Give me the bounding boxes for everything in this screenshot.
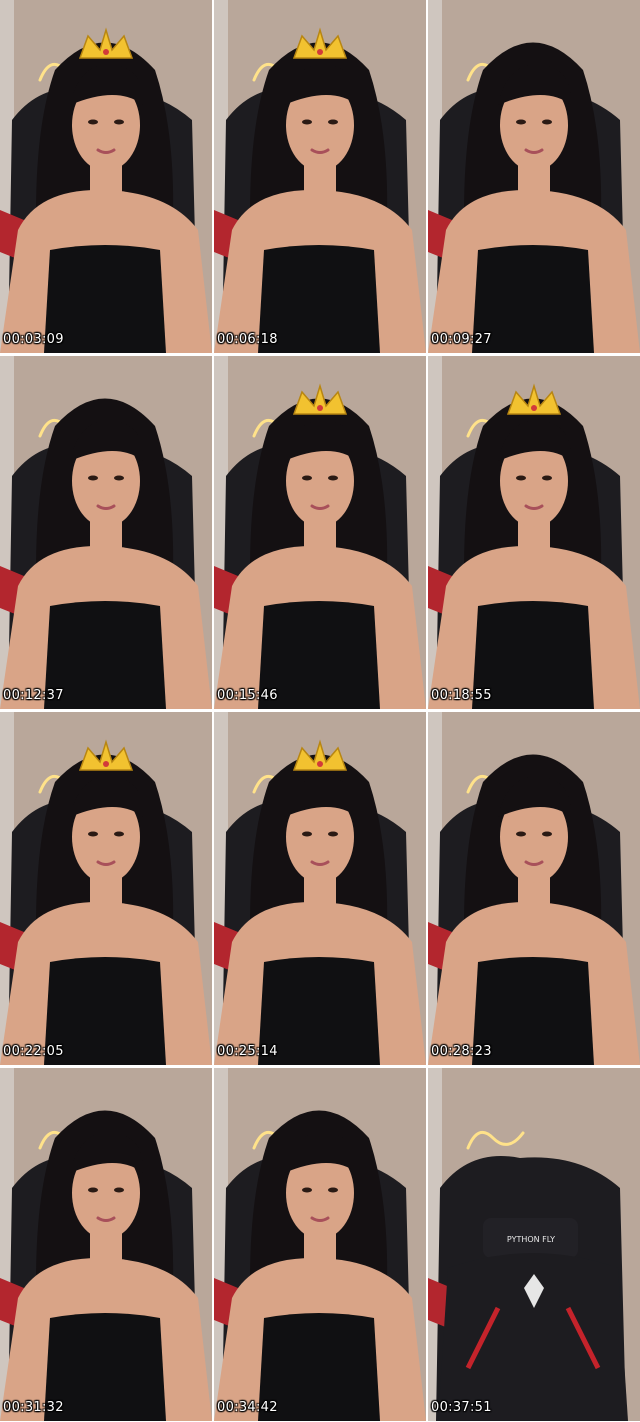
timestamp: 00:22:05	[3, 1044, 64, 1059]
frame-9[interactable]: 00:28:23	[428, 712, 640, 1065]
crown-gem	[103, 761, 109, 767]
right-eye	[542, 831, 552, 837]
left-eye	[302, 475, 312, 481]
left-eye	[516, 475, 526, 481]
frame-4[interactable]: 00:12:37	[0, 356, 212, 709]
left-eye	[302, 119, 312, 125]
scene-illustration	[0, 1068, 212, 1421]
crown-gem	[103, 49, 109, 55]
frame-7[interactable]: 00:22:05	[0, 712, 212, 1065]
timestamp: 00:03:09	[3, 332, 64, 347]
scene-illustration	[214, 712, 426, 1065]
left-eye	[516, 831, 526, 837]
timestamp: 00:25:14	[217, 1044, 278, 1059]
crown-gem	[531, 405, 537, 411]
timestamp: 00:12:37	[3, 688, 64, 703]
left-eye	[88, 1187, 98, 1193]
left-eye	[88, 831, 98, 837]
scene-illustration: PYTHON FLY	[428, 1068, 640, 1421]
scene-illustration	[214, 0, 426, 353]
crown-gem	[317, 49, 323, 55]
chair-brand-label: PYTHON FLY	[507, 1235, 555, 1244]
timestamp: 00:09:27	[431, 332, 492, 347]
frame-10[interactable]: 00:31:32	[0, 1068, 212, 1421]
timestamp: 00:37:51	[431, 1400, 492, 1415]
crown-gem	[317, 761, 323, 767]
scene-illustration	[428, 0, 640, 353]
scene-illustration	[214, 356, 426, 709]
left-eye	[516, 119, 526, 125]
right-eye	[114, 1187, 124, 1193]
right-eye	[542, 119, 552, 125]
left-eye	[302, 1187, 312, 1193]
frame-12[interactable]: PYTHON FLY 00:37:51	[428, 1068, 640, 1421]
crown-gem	[317, 405, 323, 411]
right-eye	[328, 119, 338, 125]
thumbnail-grid: 00:03:09 00:06:18 00:09:27 00:12:37 00:1…	[0, 0, 640, 1422]
frame-6[interactable]: 00:18:55	[428, 356, 640, 709]
frame-2[interactable]: 00:06:18	[214, 0, 426, 353]
left-eye	[88, 119, 98, 125]
frame-1[interactable]: 00:03:09	[0, 0, 212, 353]
timestamp: 00:31:32	[3, 1400, 64, 1415]
right-eye	[328, 1187, 338, 1193]
right-eye	[328, 475, 338, 481]
scene-illustration	[0, 0, 212, 353]
frame-8[interactable]: 00:25:14	[214, 712, 426, 1065]
scene-illustration	[0, 356, 212, 709]
right-eye	[542, 475, 552, 481]
frame-3[interactable]: 00:09:27	[428, 0, 640, 353]
timestamp: 00:28:23	[431, 1044, 492, 1059]
frame-5[interactable]: 00:15:46	[214, 356, 426, 709]
right-eye	[114, 475, 124, 481]
right-eye	[114, 119, 124, 125]
scene-illustration	[428, 356, 640, 709]
timestamp: 00:34:42	[217, 1400, 278, 1415]
scene-illustration	[214, 1068, 426, 1421]
left-eye	[302, 831, 312, 837]
timestamp: 00:15:46	[217, 688, 278, 703]
frame-11[interactable]: 00:34:42	[214, 1068, 426, 1421]
left-eye	[88, 475, 98, 481]
timestamp: 00:18:55	[431, 688, 492, 703]
scene-illustration	[428, 712, 640, 1065]
right-eye	[114, 831, 124, 837]
right-eye	[328, 831, 338, 837]
timestamp: 00:06:18	[217, 332, 278, 347]
scene-illustration	[0, 712, 212, 1065]
